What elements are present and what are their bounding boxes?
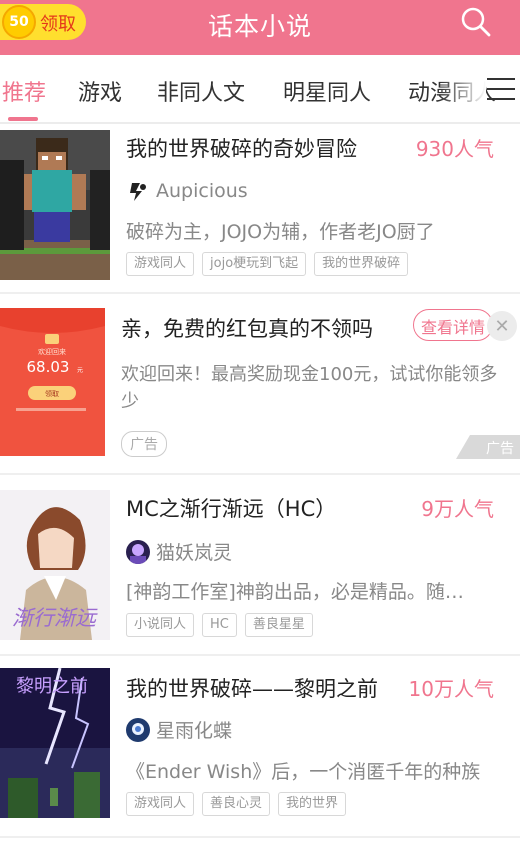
ad-title: 亲，免费的红包真的不领吗 <box>121 317 373 341</box>
popularity-count: 10万人气 <box>408 677 494 701</box>
cover-title-text: 黎明之前 <box>16 676 88 697</box>
tag[interactable]: 游戏同人 <box>126 252 195 276</box>
author-name: 猫妖岚灵 <box>156 542 233 564</box>
tag-list: 小说同人 HC 善良星星 <box>126 613 321 637</box>
page-title: 话本小说 <box>207 12 312 41</box>
book-title: 我的世界破碎的奇妙冒险 <box>126 137 357 161</box>
tabs-divider <box>0 122 520 124</box>
author-row[interactable]: 猫妖岚灵 <box>126 538 232 565</box>
tab-recommend[interactable]: 推荐 <box>2 75 46 107</box>
divider <box>0 654 520 656</box>
tag-list: 游戏同人 jojo梗玩到飞起 我的世界破碎 <box>126 252 416 276</box>
author-avatar <box>126 539 150 564</box>
ad-label: 广告 <box>121 431 167 457</box>
book-title: MC之渐行渐远（HC） <box>126 497 337 521</box>
author-row[interactable]: 星雨化蝶 <box>126 716 232 743</box>
ad-details-button[interactable]: 查看详情 <box>413 309 493 341</box>
category-tabs: 推荐 游戏 非同人文 明星同人 动漫同人 <box>0 55 520 121</box>
tag[interactable]: jojo梗玩到飞起 <box>202 252 307 276</box>
author-name: 星雨化蝶 <box>156 720 233 742</box>
tag-list: 游戏同人 善良心灵 我的世界 <box>126 792 354 816</box>
tag[interactable]: 善良心灵 <box>202 792 271 816</box>
author-avatar <box>126 179 150 203</box>
tag[interactable]: HC <box>202 613 237 637</box>
ad-mark: 广告 <box>456 435 520 459</box>
close-icon[interactable]: ✕ <box>487 311 517 341</box>
tag[interactable]: 游戏同人 <box>126 792 195 816</box>
tag[interactable]: 善良星星 <box>244 613 313 637</box>
cover-title-text: 渐行渐远 <box>12 606 98 630</box>
book-card[interactable]: 渐行渐远 MC之渐行渐远（HC） 9万人气 猫妖岚灵 [神韵工作室]神韵出品，必… <box>0 478 520 648</box>
author-name: Aupicious <box>156 180 248 202</box>
ad-cover: 欢迎回来 68.03 元 领取 <box>0 308 105 456</box>
book-title: 我的世界破碎——黎明之前 <box>126 677 378 701</box>
author-row[interactable]: Aupicious <box>126 179 248 203</box>
book-card[interactable]: 我的世界破碎的奇妙冒险 930人气 Aupicious 破碎为主，JOJO为辅，… <box>0 125 520 285</box>
tab-games[interactable]: 游戏 <box>78 75 122 107</box>
book-card[interactable]: 黎明之前 我的世界破碎——黎明之前 10万人气 星雨化蝶 《Ender Wish… <box>0 658 520 828</box>
menu-icon[interactable] <box>487 78 515 100</box>
search-icon[interactable] <box>460 6 492 38</box>
popularity-count: 930人气 <box>415 137 494 161</box>
popularity-count: 9万人气 <box>421 497 494 521</box>
divider <box>0 473 520 475</box>
tab-celebrity[interactable]: 明星同人 <box>283 75 371 107</box>
book-cover <box>0 130 110 280</box>
active-tab-indicator <box>8 117 38 121</box>
book-description: 破碎为主，JOJO为辅，作者老JO厨了 <box>126 221 435 243</box>
book-cover: 黎明之前 <box>0 668 110 818</box>
tag[interactable]: 我的世界 <box>278 792 347 816</box>
ad-cover-amount: 68.03 <box>27 358 70 376</box>
book-description: 《Ender Wish》后，一个消匿千年的种族 <box>126 761 481 783</box>
ad-description: 欢迎回来！最高奖励现金100元，试试你能领多少 <box>121 364 498 412</box>
app-header: 50 领取 话本小说 <box>0 0 520 55</box>
book-description: [神韵工作室]神韵出品，必是精品。随… <box>126 581 464 603</box>
tag[interactable]: 我的世界破碎 <box>314 252 409 276</box>
tab-fade <box>440 55 486 121</box>
ad-cover-unit: 元 <box>77 367 83 374</box>
tab-original[interactable]: 非同人文 <box>157 75 245 107</box>
ad-card[interactable]: 欢迎回来 68.03 元 领取 亲，免费的红包真的不领吗 查看详情 ✕ 欢迎回来… <box>0 296 520 466</box>
ad-cover-text: 欢迎回来 <box>38 347 66 356</box>
ad-cover-button: 领取 <box>45 389 59 398</box>
tag[interactable]: 小说同人 <box>126 613 195 637</box>
divider <box>0 292 520 294</box>
author-avatar <box>126 717 150 742</box>
divider <box>0 836 520 838</box>
book-cover: 渐行渐远 <box>0 490 110 640</box>
